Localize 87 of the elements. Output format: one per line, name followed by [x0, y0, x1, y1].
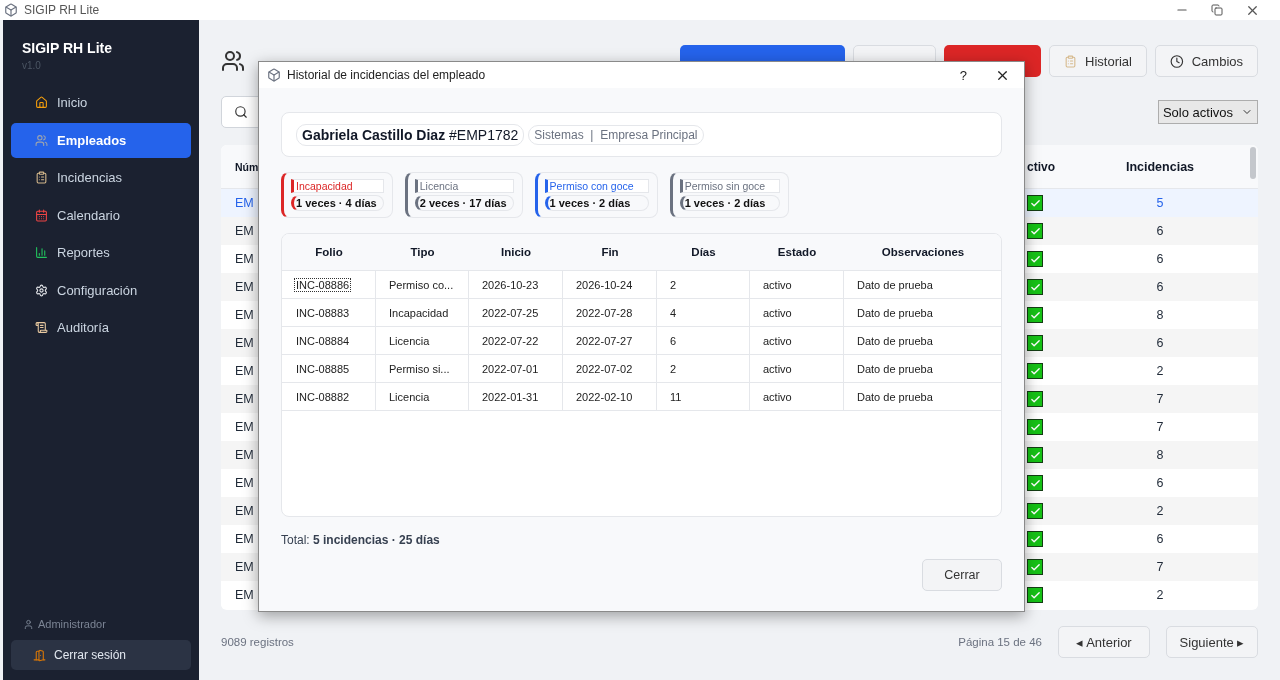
table-cell-text: 2 [1155, 588, 1165, 602]
column-header: Folio [314, 246, 344, 258]
table-cell: EM [235, 364, 254, 378]
table-cell: EM [235, 336, 254, 350]
table-cell: INC-08885 [282, 355, 376, 382]
table-cell: Dato de prueba [844, 355, 1001, 382]
incident-type: Licencia [414, 179, 514, 193]
table-cell-text: 7 [1155, 560, 1165, 574]
table-cell: Dato de prueba [844, 271, 1001, 298]
user-name: Administrador [38, 618, 106, 630]
table-cell-text: 8 [1155, 308, 1165, 322]
column-header: Fin [600, 246, 620, 258]
table-cell: 2022-07-22 [469, 327, 563, 354]
incident-type: Permiso sin goce [679, 179, 781, 193]
table-cell: Dato de prueba [844, 327, 1001, 354]
table-cell: INC-08882 [282, 383, 376, 410]
column-header: Inicio [500, 246, 532, 258]
table-cell: 2 [657, 355, 750, 382]
incident-type: Permiso con goce [544, 179, 649, 193]
record-count: 9089 registros [221, 636, 294, 648]
table-cell: activo [750, 299, 844, 326]
table-cell: EM [235, 532, 254, 546]
table-cell: EM [235, 252, 254, 266]
table-cell: EM [235, 280, 254, 294]
incident-type: Incapacidad [291, 179, 384, 193]
table-cell: activo [750, 383, 844, 410]
table-cell-text: 7 [1155, 420, 1165, 434]
window-title: SIGIP RH Lite [24, 3, 100, 17]
table-cell-text: 6 [1155, 224, 1165, 238]
table-cell-text: 6 [1155, 280, 1165, 294]
table-cell: EM [235, 196, 254, 210]
table-cell: 2022-07-28 [563, 299, 657, 326]
table-cell: EM [235, 560, 254, 574]
table-cell: Permiso si... [376, 355, 469, 382]
table-cell: activo [750, 355, 844, 382]
column-header: Tipo [409, 246, 436, 258]
table-cell: 2026-10-23 [469, 271, 563, 298]
table-cell: EM [235, 392, 254, 406]
table-cell-text: 6 [1155, 476, 1165, 490]
employee-name: Gabriela Castillo Diaz #EMP1782 [296, 123, 525, 146]
table-cell-text: 2 [1155, 504, 1165, 518]
table-cell: EM [235, 448, 254, 462]
table-cell-text: 7 [1155, 392, 1165, 406]
table-cell: activo [750, 271, 844, 298]
table-cell: 2022-02-10 [563, 383, 657, 410]
table-cell: EM [235, 420, 254, 434]
table-cell-text: 6 [1155, 336, 1165, 350]
column-header: Días [690, 246, 717, 258]
table-cell: Licencia [376, 383, 469, 410]
table-cell: EM [235, 588, 254, 602]
column-header: Núm [235, 160, 259, 173]
table-cell: Incapacidad [376, 299, 469, 326]
column-header: Observaciones [880, 246, 966, 258]
table-cell: EM [235, 308, 254, 322]
column-header: Incidencias [1124, 159, 1196, 174]
table-cell: INC-08883 [282, 299, 376, 326]
table-cell: EM [235, 476, 254, 490]
table-cell: 2022-01-31 [469, 383, 563, 410]
dialog-title: Historial de incidencias del empleado [287, 68, 486, 82]
table-cell: EM [235, 224, 254, 238]
table-cell: INC-08884 [282, 327, 376, 354]
column-header: ctivo [1027, 159, 1055, 174]
total-summary: Total: 5 incidencias · 25 días [281, 533, 441, 547]
table-cell-text: 8 [1155, 448, 1165, 462]
table-cell: 4 [657, 299, 750, 326]
table-cell-text: 6 [1155, 252, 1165, 266]
column-header: Estado [776, 246, 818, 258]
table-cell-text: 2 [1155, 364, 1165, 378]
table-cell: Dato de prueba [844, 383, 1001, 410]
table-cell: activo [750, 327, 844, 354]
table-cell: Dato de prueba [844, 299, 1001, 326]
table-cell: 11 [657, 383, 750, 410]
table-cell-text: 6 [1155, 532, 1165, 546]
table-cell: Permiso co... [376, 271, 469, 298]
table-cell: Licencia [376, 327, 469, 354]
table-cell: 2022-07-27 [563, 327, 657, 354]
table-cell: 2022-07-01 [469, 355, 563, 382]
page-indicator: Página 15 de 46 [958, 636, 1042, 648]
table-cell: 2022-07-02 [563, 355, 657, 382]
table-cell-text: 5 [1155, 196, 1165, 210]
table-cell: 6 [657, 327, 750, 354]
table-cell: EM [235, 504, 254, 518]
table-cell: 2 [657, 271, 750, 298]
table-cell: 2022-07-25 [469, 299, 563, 326]
table-cell: INC-08886 [282, 271, 376, 298]
table-cell: 2026-10-24 [563, 271, 657, 298]
app-name: SIGIP RH Lite [21, 40, 113, 56]
